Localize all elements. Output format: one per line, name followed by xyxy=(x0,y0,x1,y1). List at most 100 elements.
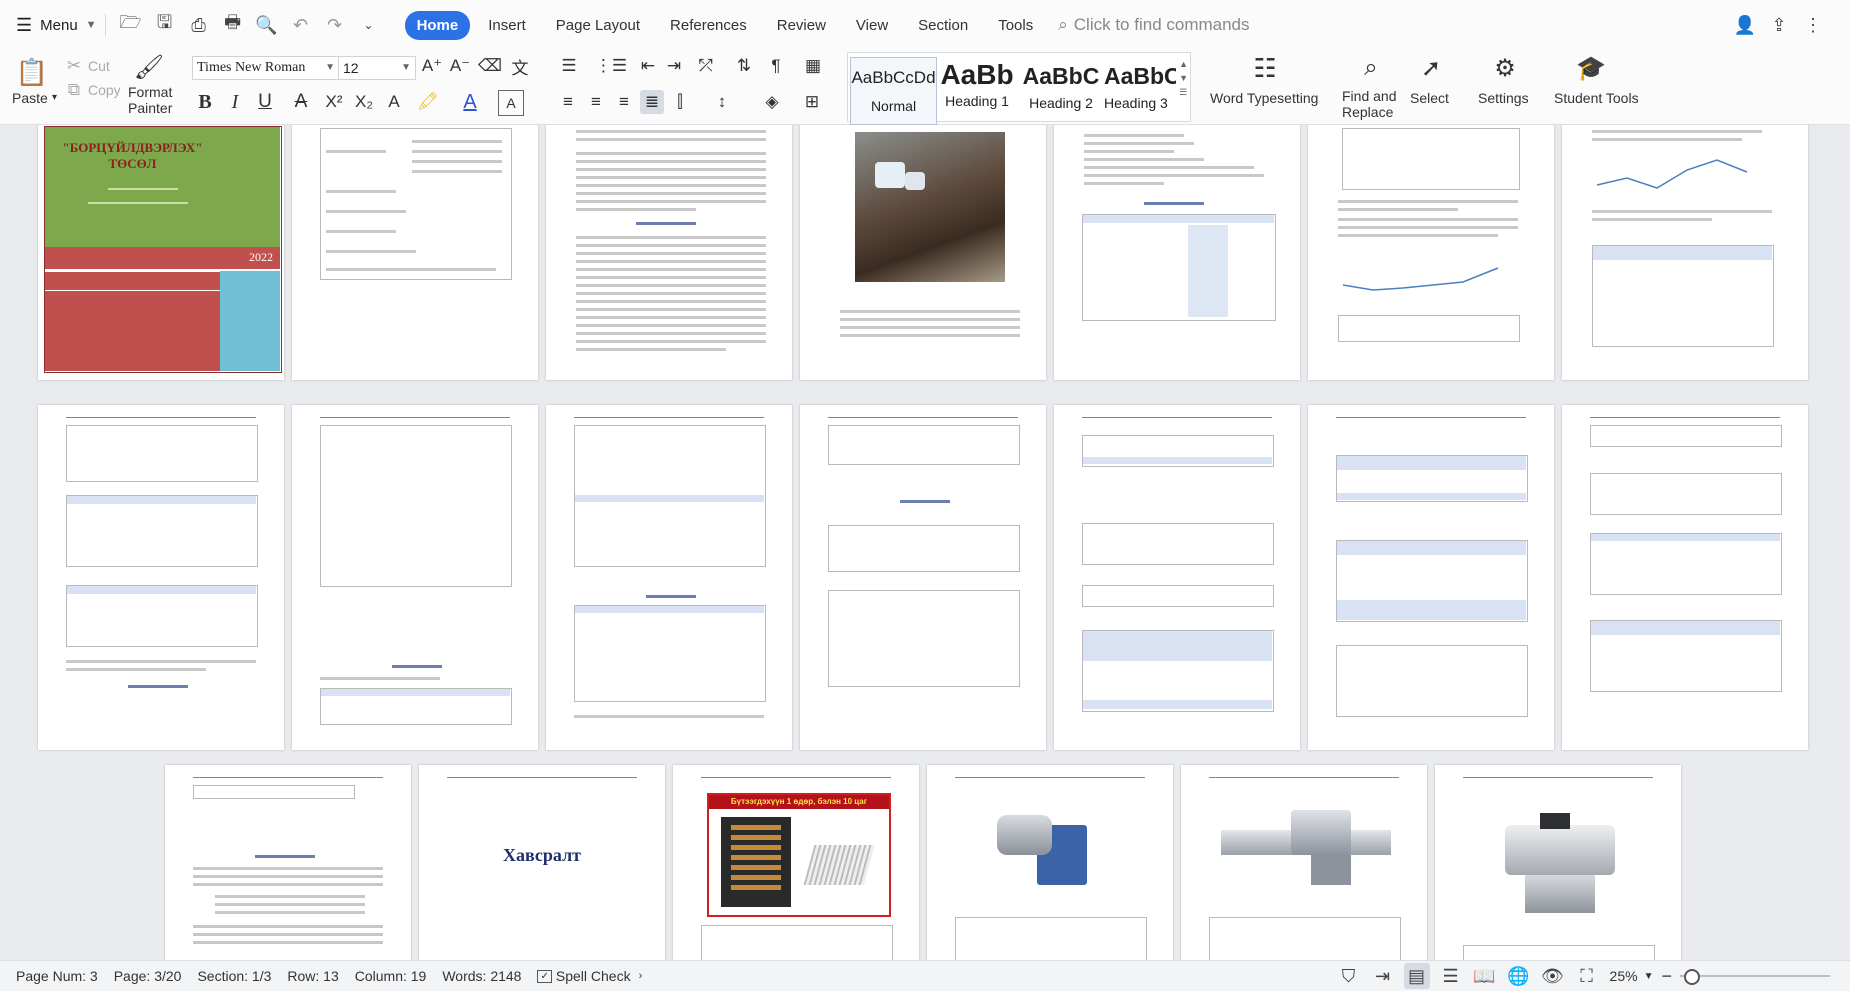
page-thumbnail-17[interactable]: Бүтээгдэхүүн 1 өдөр, бэлэн 10 цаг xyxy=(673,765,919,960)
italic-icon[interactable]: I xyxy=(224,90,246,114)
show-marks-icon[interactable]: ¶ xyxy=(764,54,788,78)
borders-icon[interactable]: ⊞ xyxy=(800,90,824,114)
table-grid-icon[interactable]: ▦ xyxy=(800,54,826,78)
eye-protection-icon[interactable]: 👁 xyxy=(1540,963,1566,989)
format-painter-icon[interactable]: 🖌 xyxy=(134,52,164,82)
line-spacing-icon[interactable]: ↕ xyxy=(710,90,734,114)
document-workspace[interactable]: "БОРЦҮЙЛДВЭРЛЭХ" ТӨСӨЛ 2022 Хавсралт Бүт… xyxy=(0,125,1850,960)
page-thumbnail-15[interactable] xyxy=(165,765,411,960)
phonetic-icon[interactable]: 文 xyxy=(508,54,532,78)
undo-icon[interactable]: ↶ xyxy=(288,12,314,38)
web-view-icon[interactable]: 🌐 xyxy=(1506,963,1532,989)
select-button[interactable]: Select xyxy=(1410,90,1449,106)
tab-review[interactable]: Review xyxy=(765,11,838,40)
numbering-icon[interactable]: ⋮☰ xyxy=(595,54,627,78)
page-thumbnail-18[interactable] xyxy=(927,765,1173,960)
fit-page-icon[interactable]: ⛶ xyxy=(1574,963,1600,989)
page-thumbnail-13[interactable] xyxy=(1308,405,1554,750)
copy-button[interactable]: Copy xyxy=(88,82,121,98)
page-thumbnail-16[interactable]: Хавсралт xyxy=(419,765,665,960)
cut-button[interactable]: Cut xyxy=(88,58,110,74)
page-thumbnail-8[interactable] xyxy=(38,405,284,750)
web-layout-icon[interactable]: ⇥ xyxy=(1370,963,1396,989)
increase-indent-icon[interactable]: ⇥ xyxy=(662,54,686,78)
tab-view[interactable]: View xyxy=(844,11,900,40)
word-typesetting-icon[interactable]: ☷ xyxy=(1248,52,1282,84)
grow-font-icon[interactable]: A⁺ xyxy=(420,54,444,78)
status-section[interactable]: Section: 1/3 xyxy=(197,968,271,984)
shading-icon[interactable]: ◈ xyxy=(760,90,784,114)
customize-chevron-icon[interactable]: ⌄ xyxy=(356,12,382,38)
format-painter-label-1[interactable]: Format xyxy=(128,84,172,100)
tab-section[interactable]: Section xyxy=(906,11,980,40)
find-replace-label-2[interactable]: Replace xyxy=(1342,104,1393,120)
export-pdf-icon[interactable]: ⎙ xyxy=(186,12,212,38)
settings-button[interactable]: Settings xyxy=(1478,90,1529,106)
open-folder-icon[interactable]: 🗁 xyxy=(118,12,144,38)
justify-icon[interactable]: ≣ xyxy=(640,90,664,114)
tab-references[interactable]: References xyxy=(658,11,759,40)
page-thumbnail-9[interactable] xyxy=(292,405,538,750)
copy-icon[interactable]: ⧉ xyxy=(64,80,84,100)
page-thumbnail-6[interactable] xyxy=(1308,125,1554,380)
graduation-cap-icon[interactable]: 🎓 xyxy=(1574,52,1608,84)
settings-icon[interactable]: ⚙ xyxy=(1488,52,1522,84)
style-heading-1[interactable]: AaBb Heading 1 xyxy=(936,57,1018,123)
print-icon[interactable]: 🖶 xyxy=(220,12,246,38)
save-icon[interactable]: 🖫 xyxy=(152,12,178,38)
decrease-indent-icon[interactable]: ⇤ xyxy=(636,54,660,78)
protect-view-icon[interactable]: ⛉ xyxy=(1336,963,1362,989)
zoom-slider[interactable] xyxy=(1680,968,1830,985)
page-thumbnail-7[interactable] xyxy=(1562,125,1808,380)
page-thumbnail-3[interactable] xyxy=(546,125,792,380)
bold-icon[interactable]: B xyxy=(194,90,216,114)
spell-check-button[interactable]: ✓ Spell Check › xyxy=(537,968,642,984)
font-name-select[interactable]: Times New Roman ▼ xyxy=(192,56,340,80)
share-user-icon[interactable]: 👤 xyxy=(1732,12,1758,38)
cursor-select-icon[interactable]: ➚ xyxy=(1414,52,1448,84)
page-thumbnail-11[interactable] xyxy=(800,405,1046,750)
zoom-chevron-icon[interactable]: ▼ xyxy=(1644,971,1654,982)
styles-scroll[interactable]: ▲ ▼ ☰ xyxy=(1179,57,1188,99)
tab-home[interactable]: Home xyxy=(404,10,471,40)
zoom-level[interactable]: 25% xyxy=(1610,968,1638,984)
page-thumbnail-1[interactable]: "БОРЦҮЙЛДВЭРЛЭХ" ТӨСӨЛ 2022 xyxy=(38,125,284,380)
reading-view-icon[interactable]: 📖 xyxy=(1472,963,1498,989)
redo-icon[interactable]: ↷ xyxy=(322,12,348,38)
page-thumbnail-19[interactable] xyxy=(1181,765,1427,960)
find-replace-label-1[interactable]: Find and xyxy=(1342,88,1396,104)
style-normal[interactable]: AaBbCcDd Normal xyxy=(850,57,937,125)
underline-icon[interactable]: U xyxy=(254,90,276,114)
page-thumbnail-12[interactable] xyxy=(1054,405,1300,750)
page-thumbnail-14[interactable] xyxy=(1562,405,1808,750)
zoom-out-icon[interactable]: − xyxy=(1661,966,1672,987)
page-thumbnail-20[interactable] xyxy=(1435,765,1681,960)
cut-icon[interactable]: ✂ xyxy=(64,56,84,76)
print-preview-icon[interactable]: 🔍 xyxy=(254,12,280,38)
word-typesetting-button[interactable]: Word Typesetting xyxy=(1210,90,1318,106)
paste-button[interactable]: Paste xyxy=(12,90,48,106)
strikethrough-icon[interactable]: A xyxy=(290,90,312,114)
shrink-font-icon[interactable]: A⁻ xyxy=(448,54,472,78)
format-painter-label-2[interactable]: Painter xyxy=(128,100,172,116)
subscript-icon[interactable]: X₂ xyxy=(352,90,376,114)
tab-insert[interactable]: Insert xyxy=(476,11,538,40)
status-page[interactable]: Page: 3/20 xyxy=(114,968,182,984)
clear-format-icon[interactable]: ⌫ xyxy=(478,54,502,78)
menu-button[interactable]: ☰ Menu ▼ xyxy=(16,15,97,36)
page-thumbnail-2[interactable] xyxy=(292,125,538,380)
page-thumbnail-10[interactable] xyxy=(546,405,792,750)
outline-view-icon[interactable]: ☰ xyxy=(1438,963,1464,989)
page-view-icon[interactable]: ▤ xyxy=(1403,963,1430,989)
align-center-icon[interactable]: ≡ xyxy=(584,90,608,114)
status-page-num[interactable]: Page Num: 3 xyxy=(16,968,98,984)
align-right-icon[interactable]: ≡ xyxy=(612,90,636,114)
tab-page-layout[interactable]: Page Layout xyxy=(544,11,652,40)
page-thumbnail-4[interactable] xyxy=(800,125,1046,380)
share-icon[interactable]: ⇪ xyxy=(1766,12,1792,38)
sort-icon[interactable]: ⇅ xyxy=(732,54,756,78)
superscript-icon[interactable]: X² xyxy=(322,90,346,114)
paste-icon[interactable]: 📋 xyxy=(12,54,52,90)
char-border-icon[interactable]: A xyxy=(498,90,524,116)
student-tools-button[interactable]: Student Tools xyxy=(1554,90,1639,106)
